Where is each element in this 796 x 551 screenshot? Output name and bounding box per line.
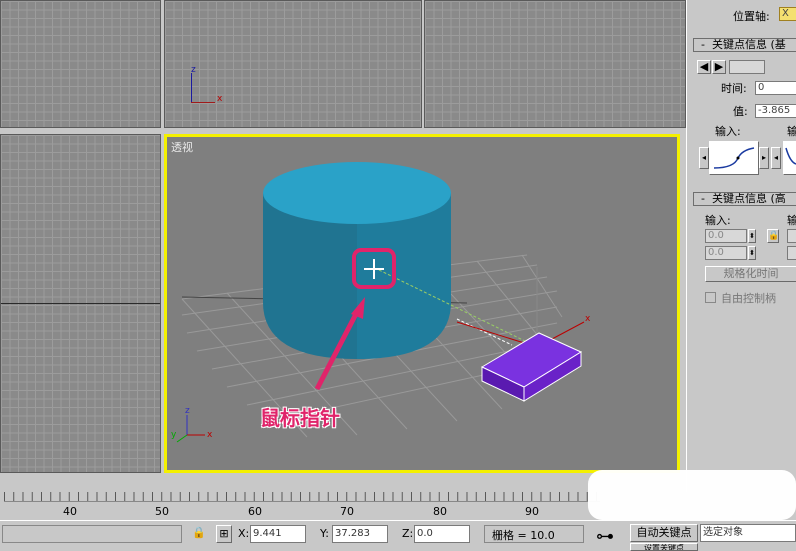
tick-label: 90 [525, 505, 539, 518]
tick-label: 50 [155, 505, 169, 518]
output-prev-icon[interactable]: ◂ [771, 147, 781, 169]
viewport-top-left[interactable] [0, 0, 161, 128]
svg-text:y: y [171, 430, 177, 440]
in-value-field-1[interactable]: 0.0 [705, 229, 747, 243]
value-field[interactable]: -3.865 [755, 104, 796, 118]
in-value-field-2[interactable]: 0.0 [705, 246, 747, 260]
normalize-time-button[interactable]: 规格化时间 [705, 266, 796, 282]
timeline[interactable]: 40 50 60 70 80 90 [0, 492, 600, 520]
annotation-label: 鼠标指针 [260, 406, 340, 430]
y-coord-field[interactable]: 37.283 [332, 525, 388, 543]
next-key-arrow-icon[interactable]: ▶ [712, 60, 726, 74]
spinner-icon[interactable]: ⬍ [748, 229, 756, 243]
z-label: Z: [402, 527, 414, 540]
x-label: X: [238, 527, 250, 540]
value-label: 值: [733, 105, 748, 118]
lock-icon[interactable]: 🔒 [767, 229, 779, 243]
time-ruler[interactable] [4, 492, 600, 502]
output2-label: 输 [787, 214, 796, 227]
axis-z-label: z [191, 65, 196, 75]
spinner-icon-2[interactable]: ⬍ [748, 246, 756, 260]
transform-mode-icon[interactable]: ⊞ [216, 525, 232, 543]
viewport-front[interactable]: z x [164, 0, 422, 128]
svg-text:z: z [185, 406, 190, 416]
selection-filter-dropdown[interactable]: 选定对象 [700, 524, 796, 542]
position-axis-field[interactable]: X [779, 7, 796, 21]
z-coord-field[interactable]: 0.0 [414, 525, 470, 543]
set-key-button[interactable]: 设置关键点 [630, 543, 698, 551]
rollout-key-info-advanced[interactable]: - 关键点信息 (高 [693, 192, 796, 206]
command-panel: 位置轴: X - 关键点信息 (基 ◀ ▶ 时间: 0 值: -3.865 输入:… [686, 0, 796, 492]
input-label: 输入: [715, 125, 741, 138]
viewport-bottom-left[interactable] [0, 134, 161, 473]
cylinder [263, 162, 451, 359]
input-next-icon[interactable]: ▸ [759, 147, 769, 169]
rollout-key-info-basic[interactable]: - 关键点信息 (基 [693, 38, 796, 52]
watermark [588, 470, 796, 520]
y-label: Y: [320, 527, 329, 540]
out-value-field-1[interactable] [787, 229, 796, 243]
output-tangent-curve-icon[interactable] [783, 141, 796, 175]
input-tangent-curve-icon[interactable] [709, 141, 759, 175]
output-label: 输 [787, 125, 796, 138]
key-icon[interactable]: ⊶ [596, 528, 614, 546]
svg-text:x: x [207, 430, 213, 440]
x-coord-field[interactable]: 9.441 [250, 525, 306, 543]
viewport-perspective[interactable]: 透视 x z x y 鼠标指针 [164, 134, 680, 473]
time-label: 时间: [721, 82, 747, 95]
tick-label: 60 [248, 505, 262, 518]
prev-key-arrow-icon[interactable]: ◀ [697, 60, 711, 74]
time-field[interactable]: 0 [755, 81, 796, 95]
free-handle-checkbox[interactable] [705, 292, 716, 303]
out-value-field-2[interactable] [787, 246, 796, 260]
input2-label: 输入: [705, 214, 731, 227]
scene-canvas: x z x y [171, 162, 591, 443]
key-number-field[interactable] [729, 60, 765, 74]
axis-x-label: x [217, 94, 223, 104]
selection-lock-icon[interactable]: 🔒 [192, 526, 206, 539]
position-axis-label: 位置轴: [733, 10, 770, 23]
tick-label: 40 [63, 505, 77, 518]
viewport-left[interactable] [424, 0, 686, 128]
grid-size-text: 栅格 = 10.0 [492, 529, 555, 542]
tick-label: 70 [340, 505, 354, 518]
prompt-line [2, 525, 182, 543]
tick-label: 80 [433, 505, 447, 518]
input-prev-icon[interactable]: ◂ [699, 147, 709, 169]
svg-text:x: x [585, 314, 591, 324]
auto-key-button[interactable]: 自动关键点 [630, 524, 698, 542]
free-handle-label: 自由控制柄 [721, 292, 776, 305]
